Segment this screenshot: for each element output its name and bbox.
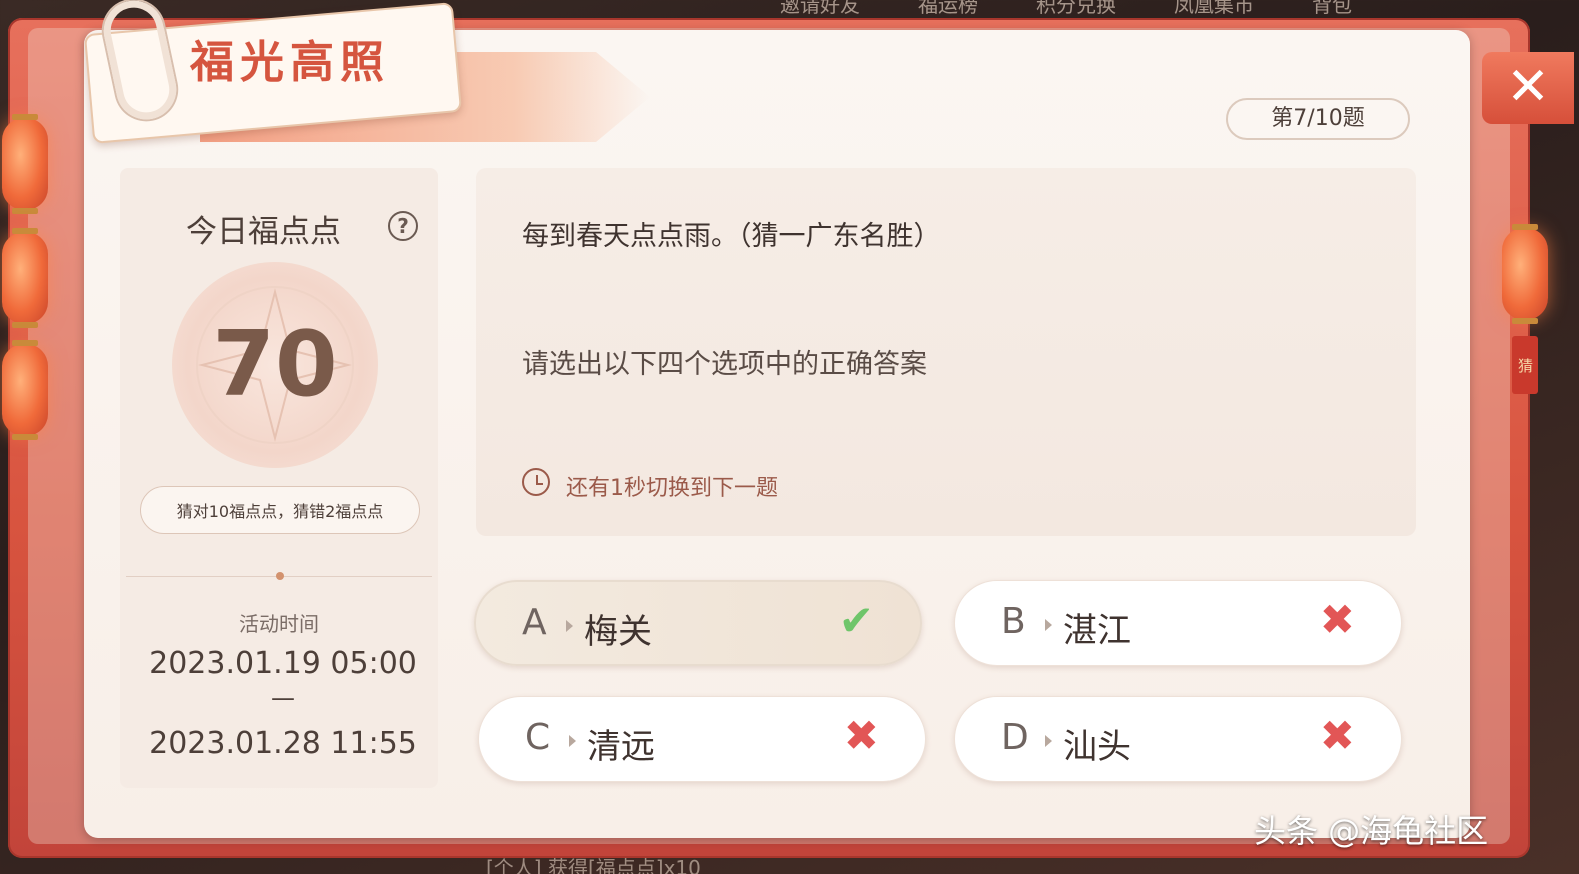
option-text: 湛江 [1063, 611, 1131, 651]
activity-end-time: 2023.01.28 11:55 [149, 726, 417, 761]
option-letter: A [522, 602, 547, 643]
option-letter: C [525, 717, 551, 758]
lantern-icon [1502, 224, 1548, 324]
option-letter: B [1001, 601, 1026, 642]
side-tag[interactable]: 猜 [1512, 336, 1538, 394]
cross-icon: ✖ [1319, 595, 1355, 644]
title-banner: 福光高照 [80, 0, 650, 160]
checkmark-icon: ✔ [838, 596, 874, 645]
close-icon: ✕ [1506, 57, 1550, 117]
points-value: 70 [212, 312, 338, 417]
points-label: 今日福点点 [186, 214, 341, 250]
option-c-button[interactable]: C 清远 ✖ [478, 696, 926, 782]
watermark: 头条 @海龟社区 [1254, 812, 1489, 850]
chevron-right-icon [1045, 735, 1052, 747]
help-icon[interactable]: ? [388, 211, 418, 241]
cross-icon: ✖ [1319, 711, 1355, 760]
lantern-icon [2, 228, 48, 328]
timer-text: 还有1秒切换到下一题 [566, 476, 778, 501]
chevron-right-icon [1045, 619, 1052, 631]
page-title: 福光高照 [190, 37, 390, 88]
clock-icon [522, 468, 550, 496]
option-text: 清远 [587, 727, 655, 767]
option-text: 汕头 [1063, 727, 1131, 767]
option-a-button[interactable]: A 梅关 ✔ [474, 580, 922, 666]
option-text: 梅关 [584, 612, 652, 652]
option-d-button[interactable]: D 汕头 ✖ [954, 696, 1402, 782]
option-letter: D [1001, 717, 1029, 758]
activity-start-time: 2023.01.19 05:00 [149, 646, 417, 681]
divider-dot [276, 572, 284, 580]
chevron-right-icon [566, 620, 573, 632]
lantern-icon [2, 114, 48, 214]
chevron-right-icon [569, 735, 576, 747]
question-counter: 第7/10题 [1226, 98, 1410, 140]
question-instruction: 请选出以下四个选项中的正确答案 [522, 349, 927, 380]
activity-time-dash: — [271, 684, 295, 712]
cross-icon: ✖ [843, 711, 879, 760]
option-b-button[interactable]: B 湛江 ✖ [954, 580, 1402, 666]
chat-message: [个人] 获得[福点点]x10 [486, 856, 701, 874]
lantern-icon [2, 340, 48, 440]
rules-text: 猜对10福点点，猜错2福点点 [176, 502, 384, 521]
activity-time-label: 活动时间 [239, 612, 319, 636]
close-button[interactable]: ✕ [1482, 52, 1574, 124]
question-text: 每到春天点点雨。（猜一广东名胜） [522, 221, 941, 252]
